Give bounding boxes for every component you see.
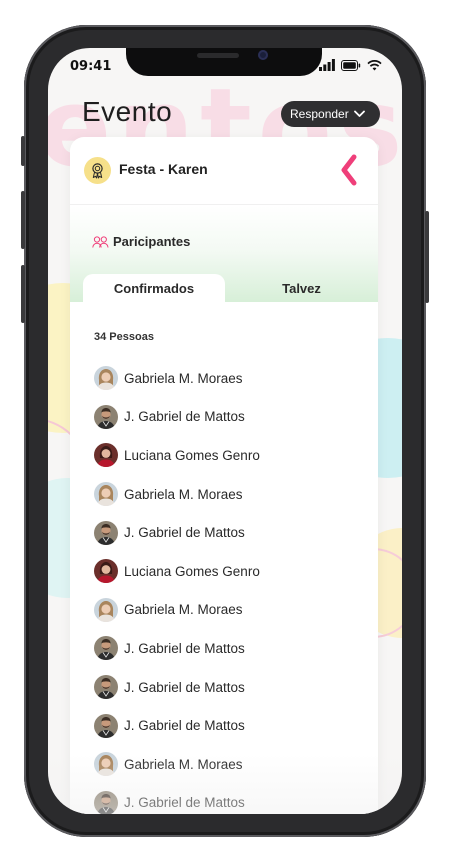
- event-header: Festa - Karen: [70, 137, 378, 205]
- avatar: [94, 482, 118, 507]
- respond-button-label: Responder: [290, 107, 349, 121]
- mute-switch: [21, 136, 25, 166]
- participant-item[interactable]: Gabriela M. Moraes: [94, 591, 260, 630]
- participant-name: J. Gabriel de Mattos: [124, 679, 245, 695]
- power-button: [425, 211, 429, 303]
- participant-item[interactable]: Gabriela M. Moraes: [94, 475, 260, 514]
- notch: [126, 48, 322, 76]
- participants-list: Gabriela M. Moraes J. Gabriel de Mattos Lu…: [94, 359, 260, 814]
- avatar: [94, 713, 118, 738]
- participant-item[interactable]: J. Gabriel de Mattos: [94, 668, 260, 707]
- participant-name: Gabriela M. Moraes: [124, 486, 243, 502]
- participant-name: Luciana Gomes Genro: [124, 563, 260, 579]
- chevron-left-icon[interactable]: [338, 153, 360, 187]
- signal-icon: [319, 59, 335, 71]
- avatar: [94, 636, 118, 661]
- avatar: [94, 366, 118, 391]
- app-screen: entos 09:41 Evento Responder Festa - Kar…: [48, 48, 402, 814]
- participant-item[interactable]: J. Gabriel de Mattos: [94, 706, 260, 745]
- event-name: Festa - Karen: [119, 161, 208, 177]
- avatar: [94, 790, 118, 814]
- participant-item[interactable]: Gabriela M. Moraes: [94, 359, 260, 398]
- participant-item[interactable]: Luciana Gomes Genro: [94, 552, 260, 591]
- award-badge-icon: [84, 157, 111, 184]
- participant-name: J. Gabriel de Mattos: [124, 409, 245, 425]
- respond-button[interactable]: Responder: [281, 101, 380, 127]
- participant-name: Gabriela M. Moraes: [124, 370, 243, 386]
- participant-item[interactable]: Luciana Gomes Genro: [94, 436, 260, 475]
- participant-name: J. Gabriel de Mattos: [124, 525, 245, 541]
- participant-name: Gabriela M. Moraes: [124, 602, 243, 618]
- avatar: [94, 597, 118, 622]
- participant-name: Gabriela M. Moraes: [124, 756, 243, 772]
- wifi-icon: [367, 60, 382, 71]
- participant-name: J. Gabriel de Mattos: [124, 718, 245, 734]
- volume-up-button: [21, 191, 25, 249]
- participant-name: J. Gabriel de Mattos: [124, 640, 245, 656]
- participants-heading: Paricipantes: [92, 234, 190, 249]
- participant-item[interactable]: J. Gabriel de Mattos: [94, 784, 260, 814]
- status-time: 09:41: [70, 59, 112, 74]
- participant-item[interactable]: J. Gabriel de Mattos: [94, 398, 260, 437]
- volume-down-button: [21, 265, 25, 323]
- avatar: [94, 752, 118, 777]
- battery-icon: [341, 59, 361, 71]
- participants-label: Paricipantes: [113, 234, 191, 249]
- participant-item[interactable]: J. Gabriel de Mattos: [94, 513, 260, 552]
- avatar: [94, 443, 118, 468]
- tab-talvez[interactable]: Talvez: [225, 274, 378, 302]
- event-card: Festa - Karen Paricipantes Confirmados T…: [70, 137, 378, 814]
- participant-name: J. Gabriel de Mattos: [124, 795, 245, 811]
- people-count: 34 Pessoas: [94, 331, 154, 343]
- participant-name: Luciana Gomes Genro: [124, 447, 260, 463]
- speaker: [197, 53, 239, 58]
- participant-item[interactable]: Gabriela M. Moraes: [94, 745, 260, 784]
- users-icon: [92, 235, 109, 248]
- page-title: Evento: [82, 96, 173, 127]
- avatar: [94, 559, 118, 584]
- chevron-down-icon: [353, 110, 365, 117]
- tab-confirmados[interactable]: Confirmados: [83, 274, 225, 302]
- participant-item[interactable]: J. Gabriel de Mattos: [94, 629, 260, 668]
- avatar: [94, 520, 118, 545]
- avatar: [94, 404, 118, 429]
- avatar: [94, 675, 118, 700]
- front-camera: [258, 50, 268, 60]
- status-icons: [319, 59, 382, 71]
